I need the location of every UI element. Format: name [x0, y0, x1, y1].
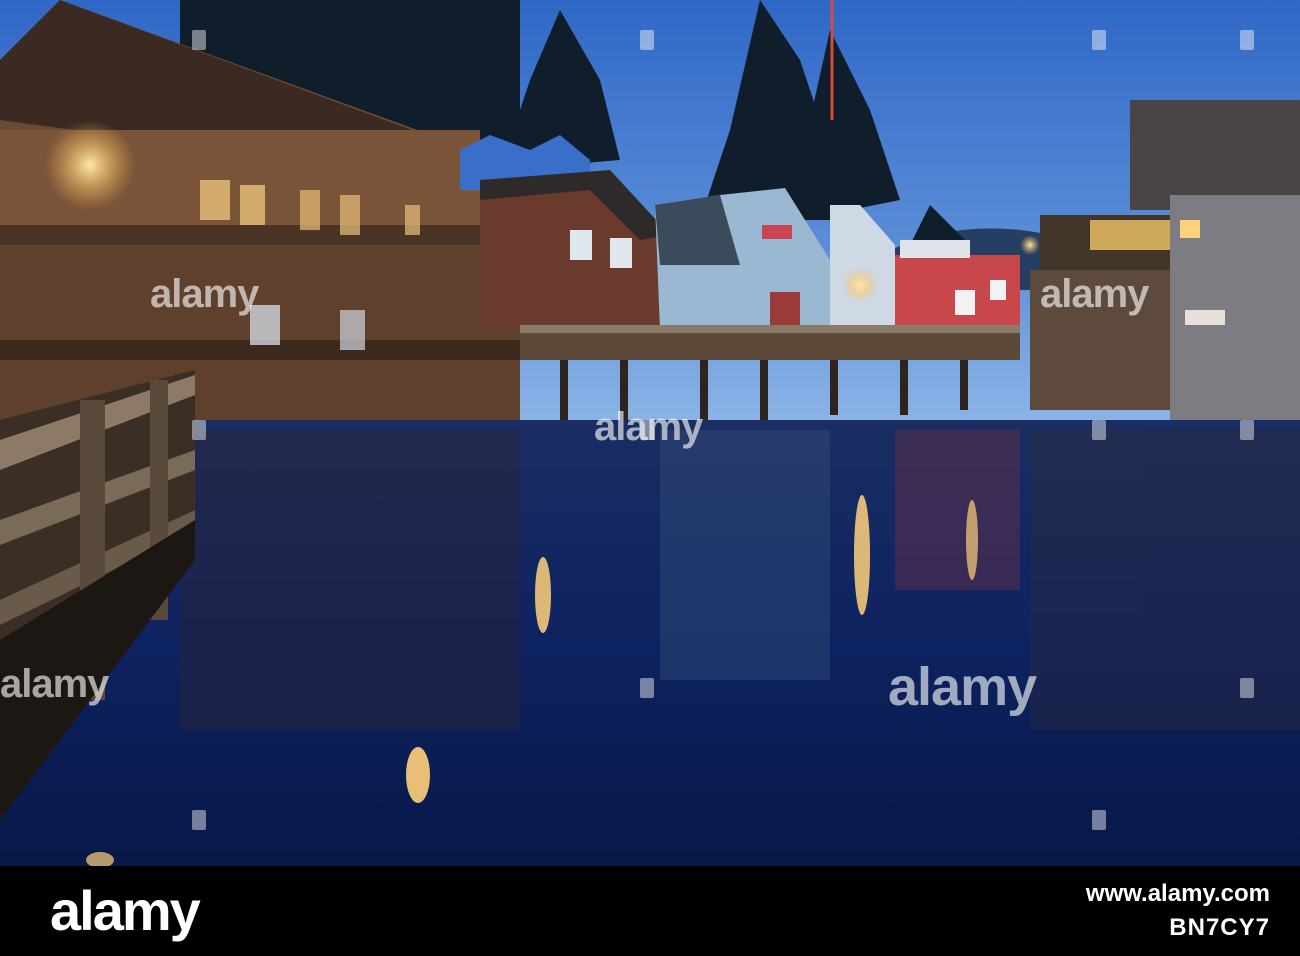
- footer-bar: alamy www.alamy.com BN7CY7: [0, 866, 1300, 956]
- shop-light: [842, 267, 878, 303]
- watermark-mark: [1092, 30, 1106, 50]
- watermark: alamy: [1040, 272, 1149, 316]
- porch-light: [45, 120, 135, 210]
- watermark-mark: [640, 678, 654, 698]
- watermark-mark: [1240, 30, 1254, 50]
- watermark-mark: [192, 420, 206, 440]
- watermark-mark: [192, 30, 206, 50]
- footer-info: www.alamy.com BN7CY7: [1086, 880, 1270, 942]
- site-url[interactable]: www.alamy.com: [1086, 880, 1270, 908]
- watermark-mark: [192, 810, 206, 830]
- watermark-mark: [1240, 678, 1254, 698]
- watermark: alamy: [0, 662, 109, 706]
- watermark-mark: [640, 30, 654, 50]
- watermark: alamy: [150, 272, 259, 316]
- watermark: alamy: [888, 657, 1037, 717]
- watermark-mark: [1240, 420, 1254, 440]
- watermark-mark: [1092, 420, 1106, 440]
- watermark-mark: [1092, 810, 1106, 830]
- watermark-mark: [640, 420, 654, 440]
- image-id: BN7CY7: [1169, 914, 1270, 941]
- distant-light: [1020, 235, 1040, 255]
- alamy-logo[interactable]: alamy: [50, 878, 201, 943]
- photo-frame: alamy alamy alamy alamy alamy alamy www.…: [0, 0, 1300, 956]
